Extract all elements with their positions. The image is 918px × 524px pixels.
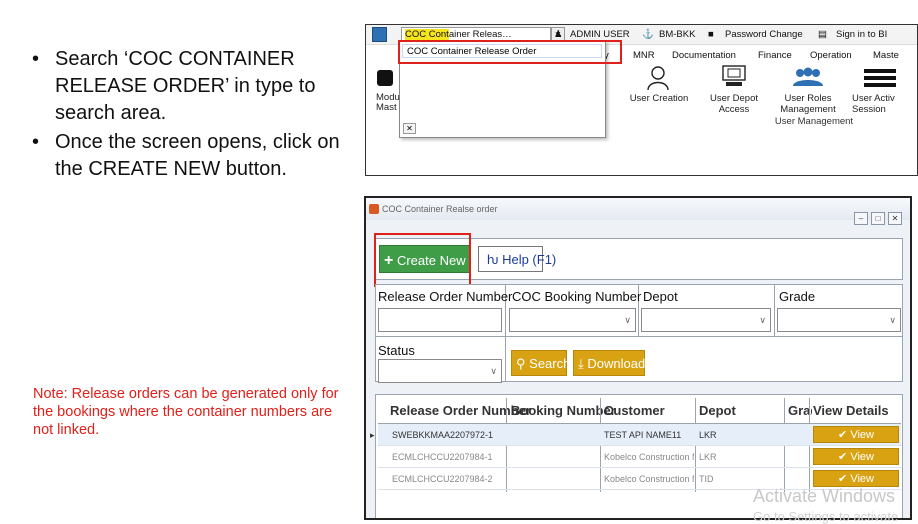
- search-label: Search: [529, 356, 571, 371]
- cell-customer: TEST API NAME11: [604, 430, 682, 440]
- cell-depot: TID: [699, 474, 714, 484]
- menu-item-documentation[interactable]: Documentation: [672, 50, 736, 61]
- col-depot[interactable]: Depot: [699, 403, 736, 418]
- user-roles-label[interactable]: User Roles Management: [772, 93, 844, 115]
- coc-booking-number-select[interactable]: ∨: [509, 308, 636, 332]
- search-rest: ainer Releas…: [448, 29, 512, 40]
- col-release-order-number[interactable]: Release Order Number: [390, 403, 531, 418]
- view-button[interactable]: ✔ View: [813, 470, 899, 487]
- close-window-icon[interactable]: ✕: [888, 212, 902, 225]
- release-order-window: COC Container Realse order – □ ✕ + Creat…: [364, 196, 912, 520]
- user-creation-label[interactable]: User Creation: [624, 93, 694, 104]
- note-text: Note: Release orders can be generated on…: [33, 386, 339, 438]
- ribbon-partial-label-2: Mast: [376, 102, 397, 113]
- menu-item-finance[interactable]: Finance: [758, 50, 792, 61]
- help-label: Help (F1): [502, 252, 557, 267]
- highlight-box: [398, 40, 622, 64]
- instruction-item: Once the screen opens, click on the CREA…: [30, 129, 340, 183]
- activation-watermark-sub: Go to Settings to activate: [753, 509, 899, 524]
- release-order-number-label: Release Order Number: [378, 289, 513, 304]
- row-pointer-icon: ▸: [370, 430, 375, 440]
- download-icon: ⤓: [578, 356, 584, 371]
- download-button[interactable]: ⤓ Download: [573, 350, 645, 376]
- user-depot-access-icon[interactable]: [721, 64, 747, 88]
- cell-customer: Kobelco Construction Mach...: [604, 474, 694, 484]
- view-label: View: [850, 473, 874, 485]
- close-icon[interactable]: ✕: [403, 123, 416, 134]
- lock-icon: ■: [708, 29, 714, 40]
- window-titlebar: COC Container Realse order: [366, 198, 910, 220]
- cell-depot: LKR: [699, 452, 717, 462]
- view-button[interactable]: ✔ View: [813, 426, 899, 443]
- view-label: View: [850, 451, 874, 463]
- release-order-number-input[interactable]: [378, 308, 502, 332]
- menu-item-mnr[interactable]: MNR: [633, 50, 655, 61]
- table-row[interactable]: ▸ SWEBKKMAA2207972-1 TEST API NAME11 LKR…: [370, 424, 901, 446]
- ship-icon: ⚓: [642, 29, 654, 40]
- instruction-list: Search ‘COC CONTAINER RELEASE ORDER’ in …: [30, 46, 340, 183]
- location-label[interactable]: BM-BKK: [659, 29, 695, 40]
- chevron-down-icon: ∨: [624, 315, 631, 325]
- depot-label: Depot: [643, 289, 678, 304]
- top-screenshot: COC Container Releas… ▼ ♟ ADMIN USER ⚓ B…: [365, 24, 918, 176]
- user-management-group-label: User Management: [774, 116, 854, 127]
- admin-user-label[interactable]: ADMIN USER: [570, 29, 630, 40]
- status-select[interactable]: ∨: [378, 359, 502, 383]
- cell-release-order: SWEBKKMAA2207972-1: [392, 430, 494, 440]
- window-title: COC Container Realse order: [382, 204, 498, 214]
- search-icon: ⚲: [516, 356, 526, 371]
- cell-release-order: ECMLCHCCU2207984-1: [392, 452, 493, 462]
- user-active-session-label[interactable]: User Activ Session: [852, 93, 917, 115]
- download-label: Download: [587, 356, 646, 371]
- menu-lines-icon[interactable]: [864, 69, 896, 73]
- chevron-down-icon: ∨: [889, 315, 896, 325]
- chevron-down-icon: ∨: [759, 315, 766, 325]
- app-icon: [369, 204, 379, 214]
- user-icon: ♟: [554, 29, 563, 40]
- grade-label: Grade: [779, 289, 816, 304]
- view-label: View: [850, 429, 874, 441]
- coc-booking-number-label: COC Booking Number: [512, 289, 642, 304]
- depot-select[interactable]: ∨: [641, 308, 771, 332]
- cell-customer: Kobelco Construction Mach...: [604, 452, 694, 462]
- instruction-item: Search ‘COC CONTAINER RELEASE ORDER’ in …: [30, 46, 340, 127]
- activation-watermark: Activate Windows: [753, 486, 896, 506]
- sign-in-bi-link[interactable]: Sign in to BI: [836, 29, 887, 40]
- menu-item-operation[interactable]: Operation: [810, 50, 852, 61]
- menu-item-master[interactable]: Maste: [873, 50, 899, 61]
- cell-release-order: ECMLCHCCU2207984-2: [392, 474, 493, 484]
- user-depot-access-label[interactable]: User Depot Access: [699, 93, 769, 115]
- search-highlight: COC Cont: [405, 29, 449, 40]
- bi-icon: ▤: [818, 29, 827, 40]
- search-button[interactable]: ⚲ Search: [511, 350, 571, 376]
- maximize-icon[interactable]: □: [871, 212, 885, 225]
- status-label: Status: [378, 343, 415, 358]
- password-change-link[interactable]: Password Change: [725, 29, 803, 40]
- user-roles-icon[interactable]: [791, 67, 825, 87]
- app-logo-icon: [372, 27, 387, 42]
- user-creation-icon[interactable]: [646, 65, 670, 91]
- module-master-icon[interactable]: [377, 70, 393, 86]
- grade-select[interactable]: ∨: [777, 308, 901, 332]
- minimize-icon[interactable]: –: [854, 212, 868, 225]
- help-button[interactable]: ƕ Help (F1): [478, 246, 556, 272]
- col-customer[interactable]: Customer: [604, 403, 665, 418]
- cell-depot: LKR: [699, 430, 717, 440]
- table-row[interactable]: ECMLCHCCU2207984-1 Kobelco Construction …: [378, 446, 901, 468]
- col-view-details[interactable]: View Details: [813, 403, 889, 418]
- create-highlight-box: [374, 233, 471, 287]
- chevron-down-icon: ∨: [490, 366, 497, 376]
- view-button[interactable]: ✔ View: [813, 448, 899, 465]
- help-icon: ƕ: [487, 252, 499, 267]
